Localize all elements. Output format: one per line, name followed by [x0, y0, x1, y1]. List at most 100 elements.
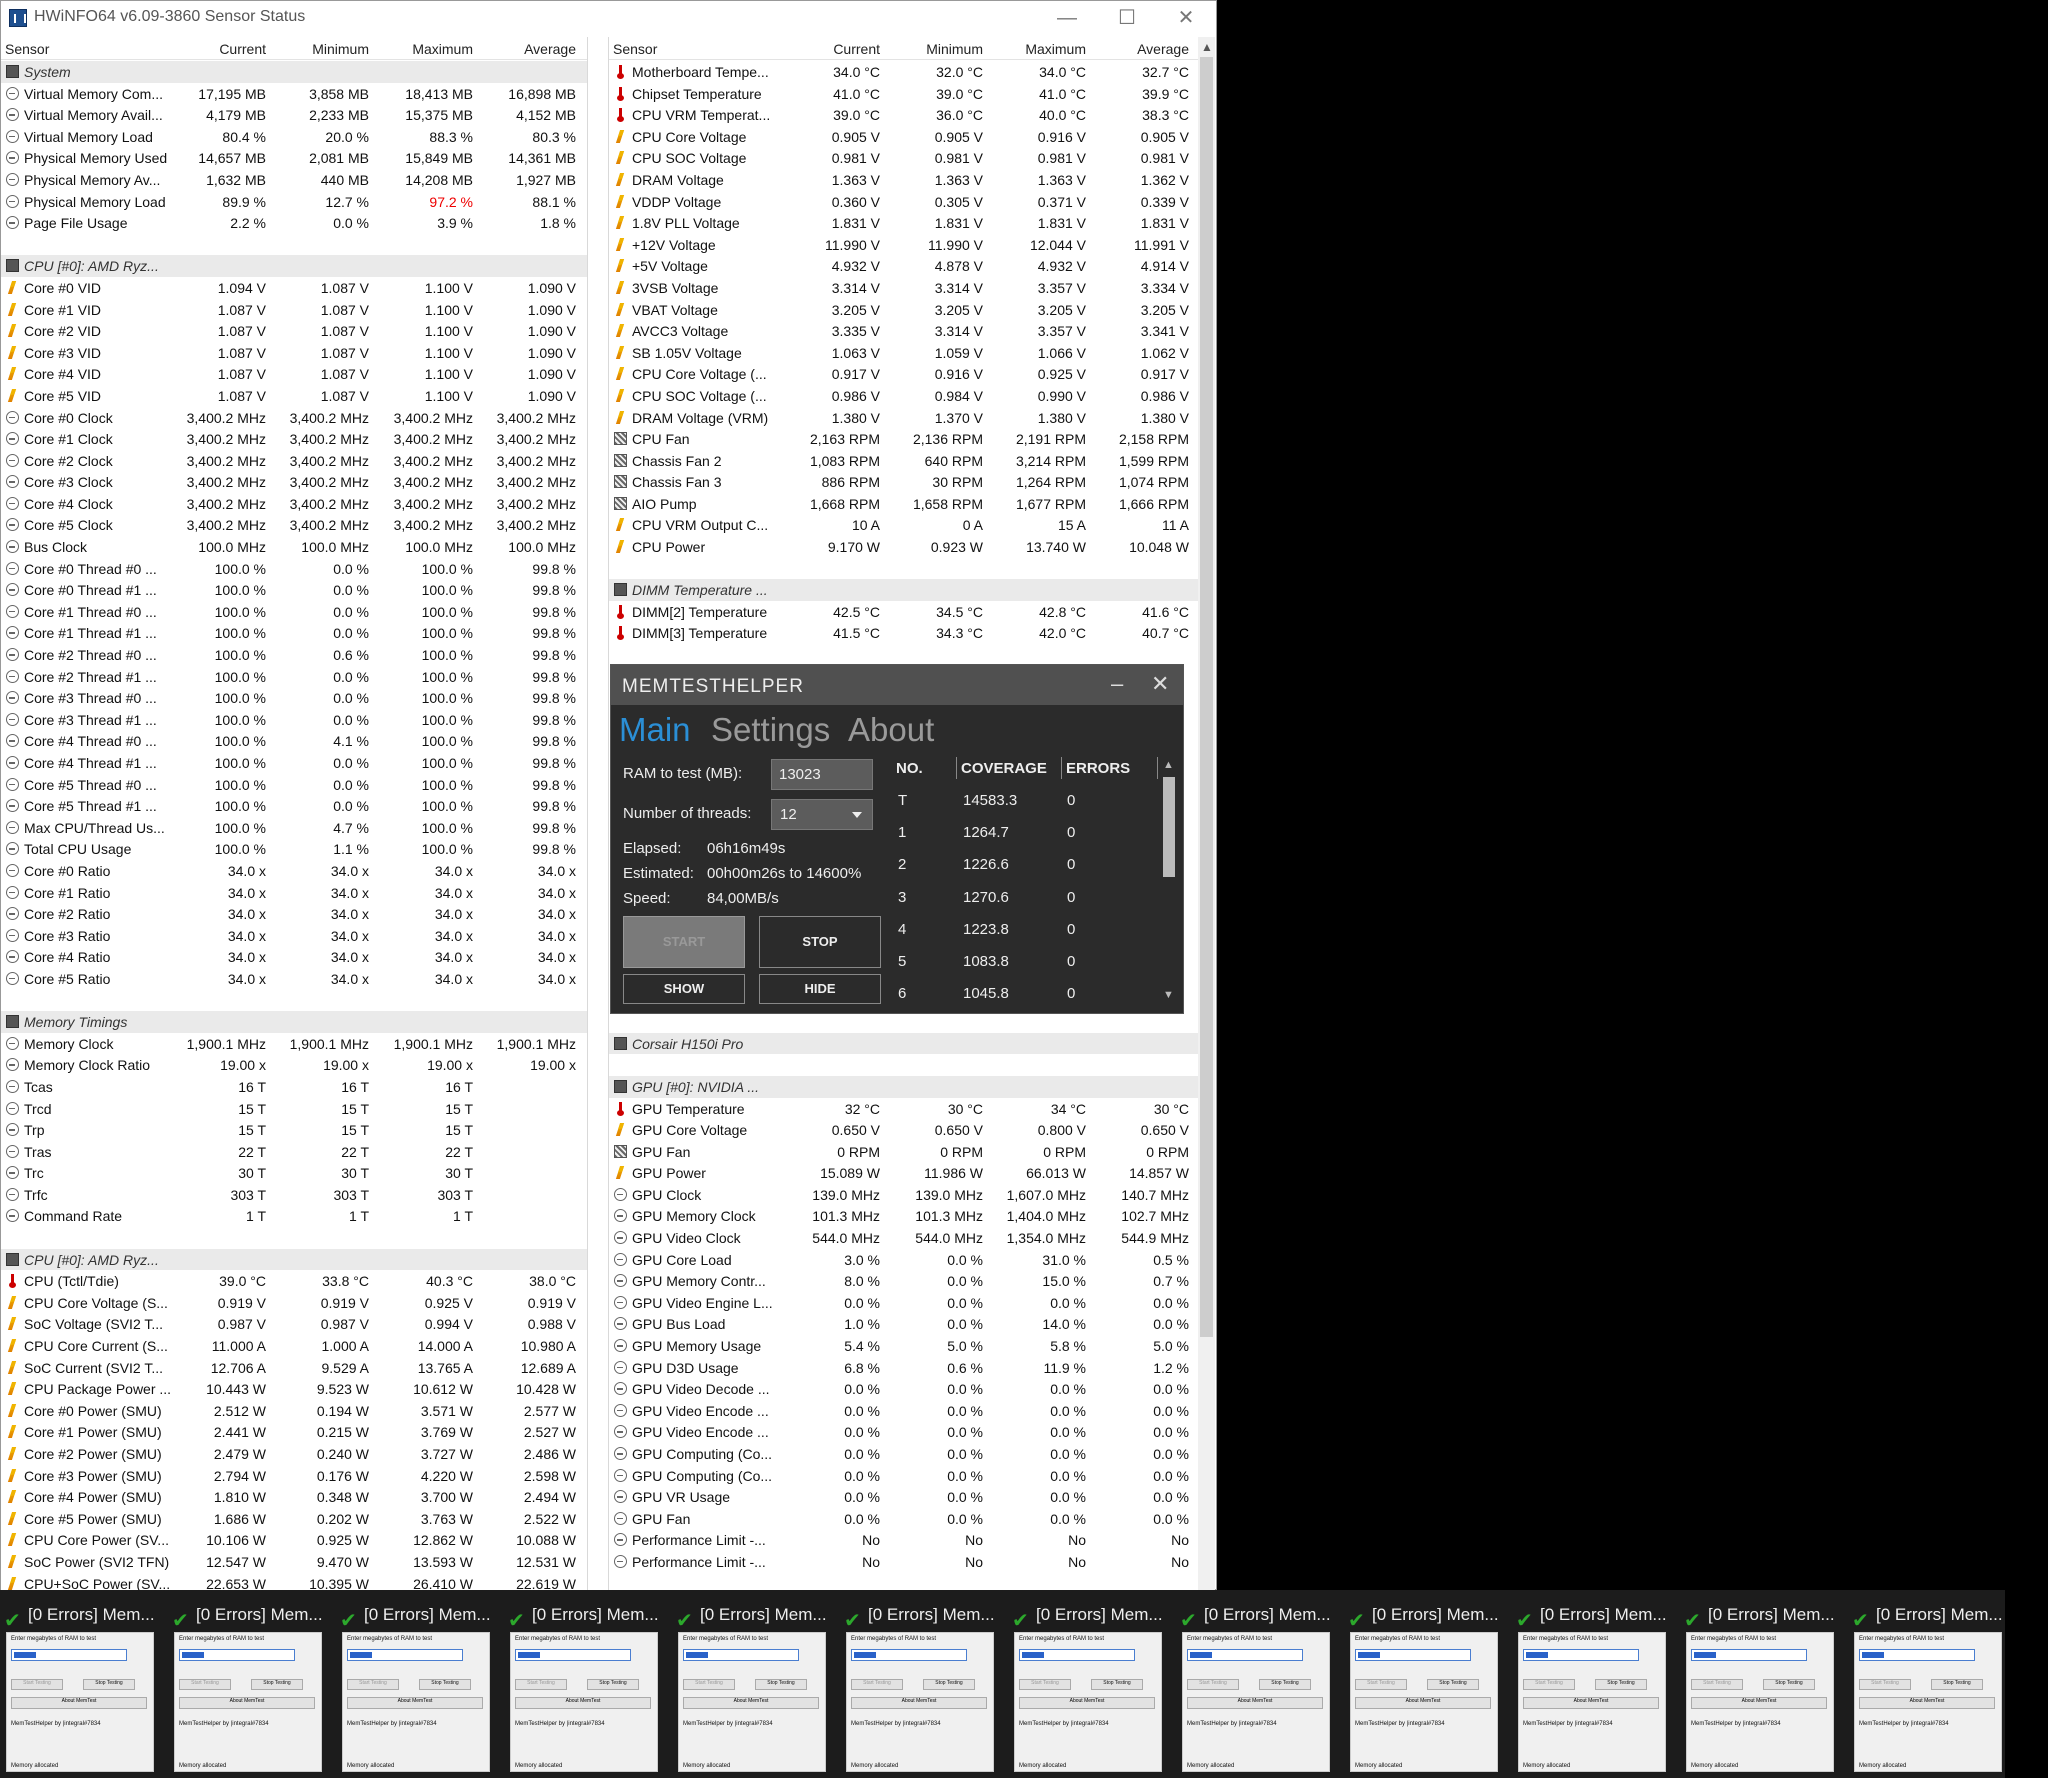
sensor-row[interactable]: Chassis Fan 2 1,083 RPM 640 RPM 3,214 RPM 1,… [609, 450, 1215, 472]
sensor-row[interactable]: Core #5 Thread #0 ... 100.0 % 0.0 % 100.0 %… [1, 774, 587, 796]
hide-button[interactable]: HIDE [759, 974, 881, 1004]
sensor-row[interactable]: Core #1 Thread #0 ... 100.0 % 0.0 % 100.0 %… [1, 601, 587, 623]
group-header[interactable]: CPU [#0]: AMD Ryz... [1, 255, 587, 277]
sensor-row[interactable]: Tras 22 T 22 T 22 T [1, 1141, 587, 1163]
sensor-row[interactable]: Core #0 Clock 3,400.2 MHz 3,400.2 MHz 3,400… [1, 407, 587, 429]
sensor-row[interactable]: Core #3 Ratio 34.0 x 34.0 x 34.0 x 34.0 x [1, 925, 587, 947]
group-header[interactable]: System [1, 61, 587, 83]
sensor-row[interactable]: GPU VR Usage 0.0 % 0.0 % 0.0 % 0.0 % [609, 1486, 1215, 1508]
col-minimum[interactable]: Minimum [926, 41, 983, 57]
sensor-row[interactable]: GPU Video Encode ... 0.0 % 0.0 % 0.0 % 0.0 % [609, 1400, 1215, 1422]
sensor-row[interactable]: SB 1.05V Voltage 1.063 V 1.059 V 1.066 V 1.0… [609, 342, 1215, 364]
sensor-row[interactable]: CPU SOC Voltage (... 0.986 V 0.984 V 0.990 … [609, 385, 1215, 407]
window-thumbnail[interactable]: Enter megabytes of RAM to test Start Test… [678, 1632, 826, 1772]
window-thumbnail[interactable]: Enter megabytes of RAM to test Start Test… [1014, 1632, 1162, 1772]
sensor-row[interactable]: CPU VRM Output C... 10 A 0 A 15 A 11 A [609, 514, 1215, 536]
window-thumbnail[interactable]: Enter megabytes of RAM to test Start Test… [1686, 1632, 1834, 1772]
taskbar-item[interactable]: ✔ [0 Errors] Mem... Enter megabytes of RAM… [1176, 1590, 1344, 1778]
sensor-row[interactable]: CPU Core Voltage 0.905 V 0.905 V 0.916 V 0.9… [609, 126, 1215, 148]
sensor-row[interactable]: Chassis Fan 3 886 RPM 30 RPM 1,264 RPM 1,074… [609, 471, 1215, 493]
col-maximum[interactable]: Maximum [1025, 41, 1086, 57]
sensor-row[interactable]: Core #0 VID 1.094 V 1.087 V 1.100 V 1.090 V [1, 277, 587, 299]
sensor-row[interactable]: Core #3 Thread #0 ... 100.0 % 0.0 % 100.0 %… [1, 687, 587, 709]
sensor-row[interactable]: +12V Voltage 11.990 V 11.990 V 12.044 V 11.9… [609, 234, 1215, 256]
sensor-row[interactable]: Core #2 Thread #0 ... 100.0 % 0.6 % 100.0 %… [1, 644, 587, 666]
sensor-row[interactable]: +5V Voltage 4.932 V 4.878 V 4.932 V 4.914 V [609, 255, 1215, 277]
window-thumbnail[interactable]: Enter megabytes of RAM to test Start Test… [1518, 1632, 1666, 1772]
taskbar-item[interactable]: ✔ [0 Errors] Mem... Enter megabytes of RAM… [1344, 1590, 1512, 1778]
sensor-row[interactable]: Physical Memory Load 89.9 % 12.7 % 97.2 % 88… [1, 191, 587, 213]
sensor-row[interactable]: Command Rate 1 T 1 T 1 T [1, 1205, 587, 1227]
sensor-row[interactable]: Core #0 Thread #0 ... 100.0 % 0.0 % 100.0 %… [1, 558, 587, 580]
sensor-row[interactable]: Page File Usage 2.2 % 0.0 % 3.9 % 1.8 % [1, 212, 587, 234]
scroll-down-icon[interactable]: ▼ [1163, 989, 1174, 1001]
sensor-row[interactable]: CPU Core Voltage (S... 0.919 V 0.919 V 0.92… [1, 1292, 587, 1314]
scrollbar-thumb[interactable] [1200, 57, 1213, 1337]
sensor-row[interactable]: DIMM[2] Temperature 42.5 °C 34.5 °C 42.8 °C… [609, 601, 1215, 623]
sensor-row[interactable]: SoC Voltage (SVI2 T... 0.987 V 0.987 V 0.99… [1, 1313, 587, 1335]
sensor-row[interactable]: Core #0 Ratio 34.0 x 34.0 x 34.0 x 34.0 x [1, 860, 587, 882]
sensor-row[interactable]: Motherboard Tempe... 34.0 °C 32.0 °C 34.0 °… [609, 61, 1215, 83]
sensor-row[interactable]: DRAM Voltage 1.363 V 1.363 V 1.363 V 1.362 V [609, 169, 1215, 191]
window-thumbnail[interactable]: Enter megabytes of RAM to test Start Test… [510, 1632, 658, 1772]
memtest-minimize-button[interactable]: – [1111, 671, 1123, 697]
window-thumbnail[interactable]: Enter megabytes of RAM to test Start Test… [1854, 1632, 2002, 1772]
taskbar-item[interactable]: ✔ [0 Errors] Mem... Enter megabytes of RAM… [1512, 1590, 1680, 1778]
sensor-row[interactable]: GPU Video Encode ... 0.0 % 0.0 % 0.0 % 0.0 % [609, 1421, 1215, 1443]
window-thumbnail[interactable]: Enter megabytes of RAM to test Start Test… [174, 1632, 322, 1772]
maximize-button[interactable]: ☐ [1104, 3, 1150, 33]
sensor-row[interactable]: Core #1 Power (SMU) 2.441 W 0.215 W 3.769 W… [1, 1421, 587, 1443]
group-header[interactable]: DIMM Temperature ... [609, 579, 1215, 601]
title-bar[interactable]: HWiNFO64 v6.09-3860 Sensor Status — ☐ ✕ [1, 1, 1216, 35]
ram-input[interactable]: 13023 [771, 759, 873, 790]
sensor-row[interactable]: Core #3 Power (SMU) 2.794 W 0.176 W 4.220 W… [1, 1465, 587, 1487]
sensor-row[interactable]: GPU Memory Contr... 8.0 % 0.0 % 15.0 % 0.7 % [609, 1270, 1215, 1292]
sensor-row[interactable]: GPU Fan 0 RPM 0 RPM 0 RPM 0 RPM [609, 1141, 1215, 1163]
sensor-row[interactable]: 3VSB Voltage 3.314 V 3.314 V 3.357 V 3.334 V [609, 277, 1215, 299]
sensor-row[interactable]: GPU Temperature 32 °C 30 °C 34 °C 30 °C [609, 1098, 1215, 1120]
sensor-row[interactable]: Virtual Memory Com... 17,195 MB 3,858 MB 18… [1, 83, 587, 105]
col-average[interactable]: Average [524, 41, 576, 57]
taskbar-item[interactable]: ✔ [0 Errors] Mem... Enter megabytes of RAM… [840, 1590, 1008, 1778]
sensor-row[interactable]: Core #5 Power (SMU) 1.686 W 0.202 W 3.763 W… [1, 1508, 587, 1530]
sensor-row[interactable]: Core #4 VID 1.087 V 1.087 V 1.100 V 1.090 V [1, 363, 587, 385]
sensor-row[interactable]: Trfc 303 T 303 T 303 T [1, 1184, 587, 1206]
sensor-row[interactable]: GPU Bus Load 1.0 % 0.0 % 14.0 % 0.0 % [609, 1313, 1215, 1335]
taskbar-item[interactable]: ✔ [0 Errors] Mem... Enter megabytes of RAM… [504, 1590, 672, 1778]
stop-button[interactable]: STOP [759, 916, 881, 968]
taskbar-item[interactable]: ✔ [0 Errors] Mem... Enter megabytes of RAM… [336, 1590, 504, 1778]
col-current[interactable]: Current [219, 41, 266, 57]
sensor-row[interactable]: Core #3 Clock 3,400.2 MHz 3,400.2 MHz 3,400… [1, 471, 587, 493]
group-header[interactable]: CPU [#0]: AMD Ryz... [1, 1248, 587, 1271]
scrollbar-thumb[interactable] [1163, 777, 1175, 877]
window-thumbnail[interactable]: Enter megabytes of RAM to test Start Test… [846, 1632, 994, 1772]
sensor-row[interactable]: CPU Power 9.170 W 0.923 W 13.740 W 10.048 W [609, 536, 1215, 558]
col-maximum[interactable]: Maximum [412, 41, 473, 57]
memtest-title-bar[interactable]: MEMTESTHELPER – ✕ [611, 665, 1183, 705]
sensor-row[interactable]: SoC Current (SVI2 T... 12.706 A 9.529 A 13.… [1, 1357, 587, 1379]
scroll-up-icon[interactable]: ▲ [1201, 40, 1213, 54]
taskbar-item[interactable]: ✔ [0 Errors] Mem... Enter megabytes of RAM… [168, 1590, 336, 1778]
sensor-row[interactable]: Trcd 15 T 15 T 15 T [1, 1098, 587, 1120]
col-sensor[interactable]: Sensor [5, 41, 49, 57]
tab-about[interactable]: About [848, 711, 934, 749]
taskbar-item[interactable]: ✔ [0 Errors] Mem... Enter megabytes of RAM… [1848, 1590, 2016, 1778]
tab-settings[interactable]: Settings [711, 711, 830, 749]
sensor-row[interactable]: Virtual Memory Avail... 4,179 MB 2,233 MB 1… [1, 104, 587, 126]
sensor-row[interactable]: DIMM[3] Temperature 41.5 °C 34.3 °C 42.0 °C… [609, 622, 1215, 644]
sensor-row[interactable]: DRAM Voltage (VRM) 1.380 V 1.370 V 1.380 V 1… [609, 407, 1215, 429]
sensor-row[interactable]: Core #4 Power (SMU) 1.810 W 0.348 W 3.700 W… [1, 1486, 587, 1508]
sensor-row[interactable]: CPU SOC Voltage 0.981 V 0.981 V 0.981 V 0.98… [609, 147, 1215, 169]
sensor-row[interactable]: GPU D3D Usage 6.8 % 0.6 % 11.9 % 1.2 % [609, 1357, 1215, 1379]
sensor-row[interactable]: Core #5 Clock 3,400.2 MHz 3,400.2 MHz 3,400… [1, 514, 587, 536]
sensor-row[interactable]: VBAT Voltage 3.205 V 3.205 V 3.205 V 3.205 V [609, 299, 1215, 321]
sensor-row[interactable]: CPU Core Current (S... 11.000 A 1.000 A 14.… [1, 1335, 587, 1357]
sensor-row[interactable]: Core #4 Ratio 34.0 x 34.0 x 34.0 x 34.0 x [1, 946, 587, 968]
sensor-row[interactable]: GPU Core Voltage 0.650 V 0.650 V 0.800 V 0.6… [609, 1119, 1215, 1141]
sensor-row[interactable]: GPU Computing (Co... 0.0 % 0.0 % 0.0 % 0.0 % [609, 1443, 1215, 1465]
sensor-row[interactable]: GPU Video Clock 544.0 MHz 544.0 MHz 1,354.0… [609, 1227, 1215, 1249]
sensor-row[interactable]: Performance Limit -... No No No No [609, 1529, 1215, 1551]
sensor-row[interactable]: GPU Video Engine L... 0.0 % 0.0 % 0.0 % 0.0 … [609, 1292, 1215, 1314]
sensor-row[interactable]: Memory Clock 1,900.1 MHz 1,900.1 MHz 1,900.… [1, 1033, 587, 1055]
memtest-scrollbar[interactable]: ▲ ▼ [1160, 759, 1178, 1005]
